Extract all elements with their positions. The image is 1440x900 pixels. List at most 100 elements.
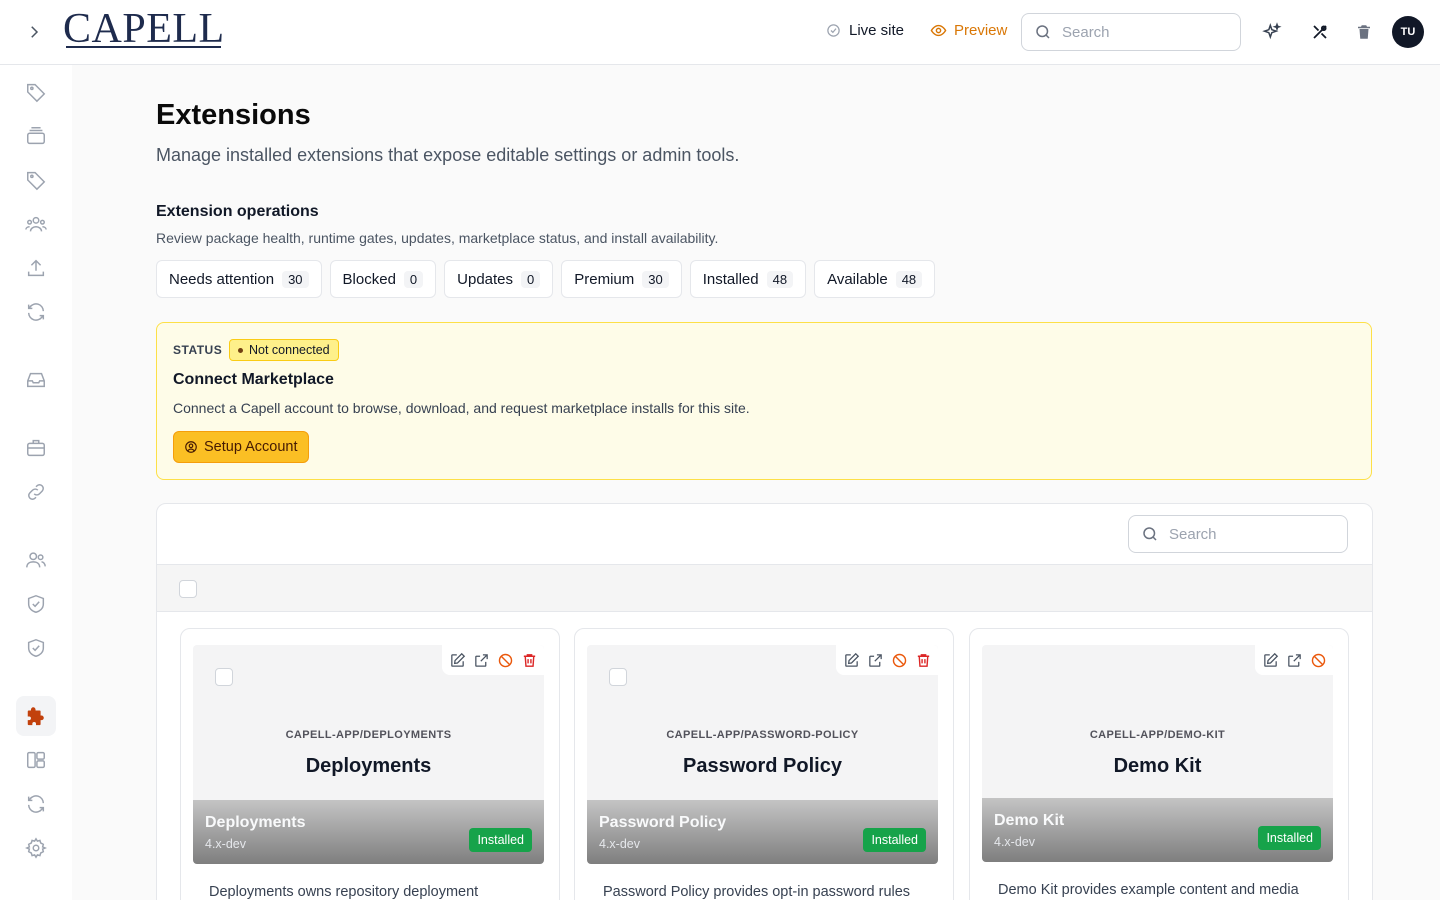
link-icon [28,484,44,500]
sidebar-item-inbox[interactable] [16,360,56,400]
gear-icon [25,837,47,859]
bulk-select-bar [157,564,1372,612]
check-circle-icon [827,24,840,37]
extension-card[interactable]: CAPELL-APP/DEPLOYMENTS Deployments Deplo… [180,628,560,900]
open-external-button[interactable] [472,651,490,669]
sidebar-item-upload[interactable] [16,248,56,288]
operations-title: Extension operations [156,203,319,220]
chip-updates[interactable]: Updates 0 [444,260,554,298]
extension-description: Demo Kit provides example content and me… [998,882,1299,898]
shield-check-icon [27,594,45,614]
disable-button[interactable] [1309,651,1327,669]
external-link-icon [868,653,882,667]
package-name: CAPELL-APP/DEMO-KIT [1089,729,1226,741]
chip-needs-attention[interactable]: Needs attention 30 [156,260,322,298]
users-group-icon [25,216,47,232]
logo-underline [66,46,221,48]
ban-icon [1311,653,1325,667]
chip-premium[interactable]: Premium 30 [561,260,682,298]
edit-button[interactable] [448,651,466,669]
card-select-checkbox[interactable] [215,668,233,686]
chip-label: Needs attention [169,270,275,288]
sidebar-item-extensions[interactable] [16,696,56,736]
chip-label: Available [827,270,888,288]
card-actions [1255,645,1333,675]
edit-button[interactable] [842,651,860,669]
ban-icon [498,653,512,667]
installed-badge: Installed [469,828,532,852]
preview-link[interactable]: Preview [930,22,1007,39]
live-site-link[interactable]: Live site [826,22,904,39]
extensions-search[interactable] [1128,515,1348,553]
card-actions [442,645,544,675]
disable-button[interactable] [496,651,514,669]
extensions-search-input[interactable] [1169,525,1329,543]
brand-logo[interactable]: CAPELL [63,8,225,50]
sidebar-item-briefcase[interactable] [16,428,56,468]
eye-icon [930,24,947,37]
extension-card[interactable]: CAPELL-APP/PASSWORD-POLICY Password Poli… [574,628,954,900]
operations-subtitle: Review package health, runtime gates, up… [156,230,719,246]
chip-label: Blocked [342,270,396,288]
user-avatar[interactable]: TU [1392,16,1424,48]
marketplace-title: Connect Marketplace [173,371,334,388]
open-external-button[interactable] [866,651,884,669]
chip-installed[interactable]: Installed 48 [689,260,807,298]
sidebar-item-settings[interactable] [16,828,56,868]
sidebar-item-layout[interactable] [16,740,56,780]
briefcase-icon [27,439,45,457]
delete-button[interactable] [914,651,932,669]
tools-button[interactable] [1308,20,1332,44]
card-select-checkbox[interactable] [609,668,627,686]
page-title: Extensions [156,99,311,131]
extension-thumbnail: CAPELL-APP/DEPLOYMENTS Deployments Deplo… [193,645,544,864]
delete-button[interactable] [520,651,538,669]
extension-description: Password Policy provides opt-in password… [603,884,911,900]
edit-icon [844,652,859,667]
sidebar-item-groups[interactable] [16,204,56,244]
version-label: 4.x-dev [599,837,640,851]
chip-blocked[interactable]: Blocked 0 [329,260,437,298]
operations-filter-chips: Needs attention 30 Blocked 0 Updates 0 Prem… [156,260,936,298]
sidebar-item-links[interactable] [16,472,56,512]
marketplace-status-panel: STATUS Not connected Connect Marketplace… [156,322,1372,480]
extension-card[interactable]: CAPELL-APP/DEMO-KIT Demo Kit Demo Kit 4.… [969,628,1349,900]
open-external-button[interactable] [1285,651,1303,669]
sidebar-item-security[interactable] [16,584,56,624]
global-search-input[interactable] [1062,23,1222,41]
chip-count: 48 [766,270,794,288]
sidebar-item-tags[interactable] [16,72,56,112]
expand-sidebar-button[interactable] [20,18,48,46]
tools-icon [1313,25,1327,39]
extension-thumbnail: CAPELL-APP/DEMO-KIT Demo Kit Demo Kit 4.… [982,645,1333,862]
extension-thumbnail: CAPELL-APP/PASSWORD-POLICY Password Poli… [587,645,938,864]
sidebar-item-stack[interactable] [16,116,56,156]
package-name: CAPELL-APP/DEPLOYMENTS [285,729,452,741]
sidebar [0,65,72,900]
search-icon [1143,527,1157,541]
sidebar-item-updates[interactable] [16,784,56,824]
thumbnail-overlay: Demo Kit 4.x-dev Installed [982,798,1333,862]
external-link-icon [1287,653,1301,667]
refresh-icon [27,795,45,813]
setup-account-button[interactable]: Setup Account [173,431,309,463]
sidebar-item-labels[interactable] [16,160,56,200]
extension-title: Demo Kit [1113,755,1202,777]
sidebar-item-permissions[interactable] [16,628,56,668]
setup-account-label: Setup Account [204,439,298,455]
stack-icon [27,127,45,145]
chip-available[interactable]: Available 48 [814,260,936,298]
tag-icon [27,83,46,103]
global-search[interactable] [1021,13,1241,51]
trash-button[interactable] [1352,20,1376,44]
disable-button[interactable] [890,651,908,669]
trash-icon [917,653,929,667]
edit-button[interactable] [1261,651,1279,669]
status-label: STATUS [173,343,223,357]
chip-label: Premium [574,270,635,288]
ai-sparkle-button[interactable] [1260,20,1284,44]
marketplace-description: Connect a Capell account to browse, down… [173,400,750,416]
sidebar-item-sync[interactable] [16,292,56,332]
sidebar-item-users[interactable] [16,540,56,580]
select-all-checkbox[interactable] [179,580,197,598]
